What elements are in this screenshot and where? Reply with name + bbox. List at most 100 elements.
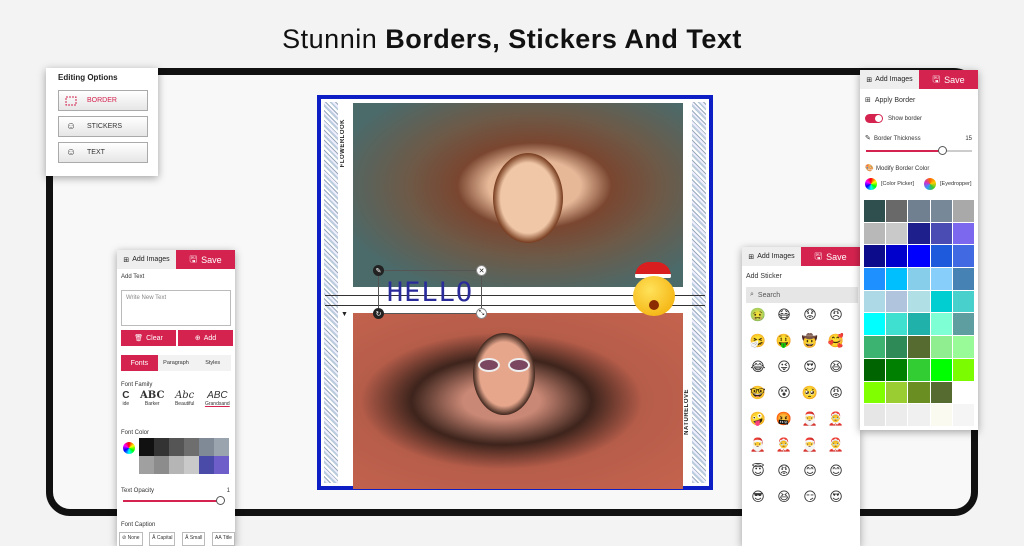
border-color-swatch[interactable] — [864, 381, 886, 404]
border-color-swatch[interactable] — [908, 358, 930, 381]
border-color-swatch[interactable] — [864, 336, 886, 358]
border-color-swatch[interactable] — [908, 200, 930, 222]
border-color-swatch[interactable] — [886, 404, 908, 426]
caption-small-button[interactable]: Ă Small — [182, 532, 206, 546]
sticker-item[interactable]: 😆 — [774, 487, 794, 507]
sticker-item[interactable]: 😂 — [748, 357, 768, 377]
sticker-item[interactable]: 😊 — [800, 461, 820, 481]
sticker-item[interactable]: 😷 — [774, 305, 794, 325]
sticker-item[interactable]: 😇 — [748, 461, 768, 481]
font-option[interactable]: ABC Barker — [140, 390, 164, 414]
border-color-swatch[interactable] — [952, 358, 974, 381]
border-color-swatch[interactable] — [930, 290, 952, 313]
close-icon[interactable]: ✕ — [476, 265, 487, 276]
border-color-swatch[interactable] — [886, 245, 908, 268]
save-button[interactable]: 🖫 Save — [919, 70, 978, 89]
text-opacity-slider[interactable] — [123, 496, 225, 505]
border-color-swatch[interactable] — [864, 268, 886, 290]
border-option-button[interactable]: BORDER — [58, 90, 148, 111]
border-color-swatch[interactable] — [908, 404, 930, 426]
save-button[interactable]: 🖫 Save — [176, 250, 235, 269]
border-color-swatch[interactable] — [864, 313, 886, 336]
border-color-swatch[interactable] — [886, 313, 908, 336]
sticker-item[interactable]: 😜 — [774, 357, 794, 377]
border-color-swatch[interactable] — [864, 290, 886, 313]
border-color-swatch[interactable] — [952, 404, 974, 426]
border-color-swatch[interactable] — [952, 336, 974, 358]
border-color-swatch[interactable] — [864, 358, 886, 381]
border-color-swatch[interactable] — [864, 222, 886, 245]
font-color-swatch[interactable] — [184, 438, 199, 456]
santa-sticker[interactable] — [629, 262, 679, 320]
border-color-swatch[interactable] — [952, 381, 974, 404]
show-border-toggle[interactable] — [865, 114, 883, 123]
border-color-swatch[interactable] — [952, 268, 974, 290]
border-color-swatch[interactable] — [908, 313, 930, 336]
sticker-item[interactable]: 🤢 — [748, 305, 768, 325]
border-color-swatch[interactable] — [864, 404, 886, 426]
border-thickness-slider[interactable] — [866, 146, 972, 155]
border-color-swatch[interactable] — [952, 200, 974, 222]
border-color-swatch[interactable] — [886, 268, 908, 290]
border-color-swatch[interactable] — [908, 290, 930, 313]
border-color-swatch[interactable] — [908, 222, 930, 245]
sticker-item[interactable]: 🎅 — [800, 409, 820, 429]
stickers-option-button[interactable]: ☺ STICKERS — [58, 116, 148, 137]
sticker-item[interactable]: 😡 — [826, 383, 846, 403]
font-option[interactable]: Cide — [122, 390, 129, 414]
sticker-item[interactable]: 😆 — [826, 357, 846, 377]
border-color-swatch[interactable] — [930, 245, 952, 268]
sticker-item[interactable]: 😊 — [826, 461, 846, 481]
font-color-swatch[interactable] — [139, 438, 154, 456]
border-color-swatch[interactable] — [886, 358, 908, 381]
sticker-item[interactable]: 🤪 — [748, 409, 768, 429]
font-color-swatch[interactable] — [184, 456, 199, 474]
sticker-item[interactable]: 😎 — [748, 487, 768, 507]
caption-none-button[interactable]: ⊘ None — [119, 532, 143, 546]
add-images-tab[interactable]: ⊞ Add Images — [117, 250, 176, 269]
sticker-item[interactable]: 🤬 — [774, 409, 794, 429]
sticker-item[interactable]: 🤠 — [800, 331, 820, 351]
border-color-swatch[interactable] — [952, 290, 974, 313]
border-color-swatch[interactable] — [864, 245, 886, 268]
border-color-swatch[interactable] — [864, 200, 886, 222]
add-images-tab[interactable]: ⊞ Add Images — [860, 70, 919, 89]
color-picker-button[interactable]: [Color Picker] — [865, 178, 914, 190]
border-color-swatch[interactable] — [886, 222, 908, 245]
font-color-swatch[interactable] — [169, 438, 184, 456]
sticker-item[interactable]: 😵 — [774, 383, 794, 403]
sticker-item[interactable]: 😟 — [800, 305, 820, 325]
sticker-item[interactable]: 🎅 — [800, 435, 820, 455]
border-color-swatch[interactable] — [908, 381, 930, 404]
border-color-swatch[interactable] — [930, 268, 952, 290]
caption-title-button[interactable]: AA Title — [211, 532, 235, 546]
tab-fonts[interactable]: Fonts — [121, 355, 158, 371]
clear-button[interactable]: 🗑 Clear — [121, 330, 176, 346]
sticker-item[interactable]: 😠 — [826, 305, 846, 325]
text-overlay-box[interactable]: HELLO ✎ ✕ ↻ ⤡ — [373, 265, 487, 319]
sticker-item[interactable]: 🤑 — [774, 331, 794, 351]
rotate-icon[interactable]: ↻ — [373, 308, 384, 319]
border-color-swatch[interactable] — [886, 381, 908, 404]
sticker-item[interactable]: 🥰 — [826, 331, 846, 351]
text-opacity-thumb[interactable] — [216, 496, 225, 505]
border-color-swatch[interactable] — [952, 313, 974, 336]
text-input[interactable]: Write New Text — [121, 290, 231, 326]
border-color-swatch[interactable] — [908, 245, 930, 268]
eyedropper-button[interactable]: [Eyedropper] — [924, 178, 972, 190]
edit-icon[interactable]: ✎ — [373, 265, 384, 276]
border-color-swatch[interactable] — [886, 290, 908, 313]
sticker-item[interactable]: 🥺 — [800, 383, 820, 403]
border-color-swatch[interactable] — [908, 268, 930, 290]
font-color-swatch[interactable] — [199, 438, 214, 456]
font-color-swatch[interactable] — [199, 456, 214, 474]
font-color-swatch[interactable] — [139, 456, 154, 474]
sticker-search-input[interactable]: ⌕ Search — [746, 287, 858, 303]
apply-border-row[interactable]: ⊞ Apply Border — [865, 96, 915, 105]
font-color-swatch[interactable] — [154, 456, 169, 474]
caption-capital-button[interactable]: Â Capital — [149, 532, 176, 546]
sticker-item[interactable]: 😍 — [800, 357, 820, 377]
border-color-swatch[interactable] — [886, 336, 908, 358]
border-color-swatch[interactable] — [930, 404, 952, 426]
sticker-item[interactable]: 😏 — [800, 487, 820, 507]
